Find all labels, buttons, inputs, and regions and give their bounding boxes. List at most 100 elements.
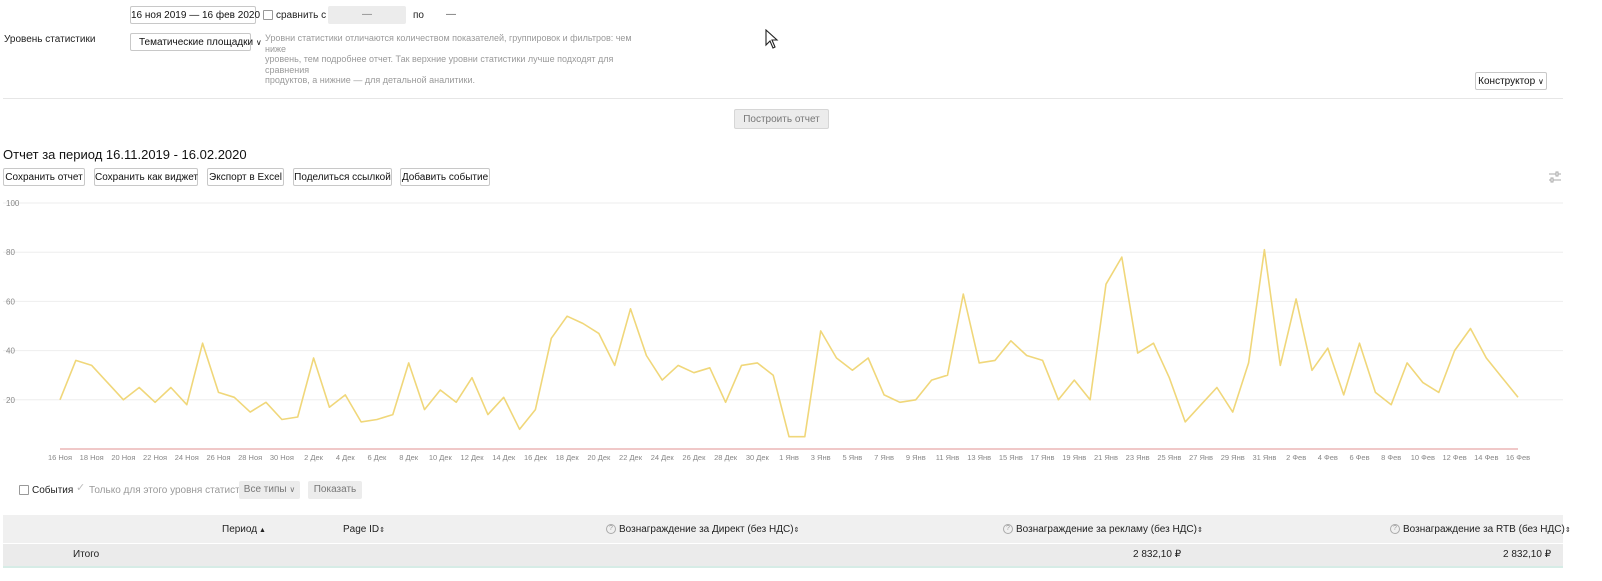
column-rtb-reward[interactable]: ? Вознаграждение за RTB (без НДС)⇕	[1390, 524, 1571, 535]
stat-level-hint: Уровни статистики отличаются количеством…	[265, 33, 632, 85]
constructor-select[interactable]: Конструктор ∨	[1475, 72, 1547, 90]
x-tick-label: 28 Дек	[714, 453, 738, 462]
x-tick-label: 20 Ноя	[111, 453, 135, 462]
event-types-select[interactable]: Все типы ∨	[239, 481, 300, 499]
stat-level-value: Тематические площадки	[139, 37, 254, 48]
x-tick-label: 9 Янв	[906, 453, 926, 462]
x-tick-label: 11 Янв	[936, 453, 959, 462]
x-tick-label: 18 Ноя	[80, 453, 104, 462]
x-tick-label: 5 Янв	[842, 453, 862, 462]
help-icon[interactable]: ?	[606, 524, 616, 535]
x-tick-label: 17 Янв	[1031, 453, 1055, 462]
divider	[3, 98, 1563, 99]
x-tick-label: 26 Дек	[682, 453, 706, 462]
y-tick-label: 40	[6, 347, 15, 356]
x-tick-label: 14 Фев	[1474, 453, 1498, 462]
x-tick-label: 14 Дек	[492, 453, 516, 462]
y-tick-label: 20	[6, 396, 15, 405]
x-tick-label: 4 Дек	[336, 453, 356, 462]
x-tick-label: 19 Янв	[1062, 453, 1086, 462]
events-checkbox[interactable]	[19, 485, 29, 495]
build-report-button[interactable]: Построить отчет	[734, 109, 829, 129]
share-link-button[interactable]: Поделиться ссылкой	[293, 168, 392, 186]
chevron-down-icon: ∨	[289, 485, 296, 494]
x-tick-label: 6 Фев	[1349, 453, 1369, 462]
sort-icon: ⇕	[379, 527, 386, 534]
date-range-picker[interactable]: 16 ноя 2019 — 16 фев 2020	[130, 6, 260, 24]
x-tick-label: 27 Янв	[1189, 453, 1213, 462]
report-title: Отчет за период 16.11.2019 - 16.02.2020	[3, 147, 247, 162]
x-tick-label: 23 Янв	[1126, 453, 1150, 462]
export-excel-button[interactable]: Экспорт в Excel	[207, 168, 284, 186]
column-page-id[interactable]: Page ID⇕	[343, 524, 385, 535]
x-tick-label: 2 Дек	[304, 453, 324, 462]
help-icon[interactable]: ?	[1390, 524, 1400, 535]
x-tick-label: 4 Фев	[1318, 453, 1338, 462]
x-tick-label: 3 Янв	[811, 453, 831, 462]
x-tick-label: 8 Фев	[1381, 453, 1401, 462]
chart-settings-icon[interactable]	[1548, 171, 1562, 183]
x-tick-label: 16 Ноя	[48, 453, 72, 462]
checkmark-icon[interactable]: ✓	[76, 481, 85, 494]
x-tick-label: 22 Ноя	[143, 453, 167, 462]
compare-label: сравнить с	[276, 10, 327, 21]
column-direct-reward[interactable]: ? Вознаграждение за Директ (без НДС)⇕	[606, 524, 799, 535]
total-rtb-reward: 2 832,10 ₽	[1503, 549, 1552, 560]
help-icon[interactable]: ?	[1003, 524, 1013, 535]
compare-to-label: по	[413, 10, 424, 21]
x-tick-label: 30 Дек	[746, 453, 770, 462]
x-tick-label: 24 Дек	[651, 453, 675, 462]
stat-level-select[interactable]: Тематические площадки ∨	[130, 33, 262, 51]
x-tick-label: 31 Янв	[1252, 453, 1276, 462]
add-event-button[interactable]: Добавить событие	[400, 168, 490, 186]
column-ad-reward[interactable]: ? Вознаграждение за рекламу (без НДС)⇕	[1003, 524, 1203, 535]
chevron-down-icon: ∨	[255, 38, 262, 47]
y-tick-label: 60	[6, 297, 15, 306]
event-types-label: Все типы	[243, 484, 287, 495]
x-tick-label: 15 Янв	[999, 453, 1023, 462]
only-level-label: Только для этого уровня статистики	[89, 485, 256, 496]
y-tick-label: 100	[6, 199, 20, 208]
x-tick-label: 2 Фев	[1286, 453, 1306, 462]
show-events-button[interactable]: Показать	[308, 481, 362, 499]
x-tick-label: 7 Янв	[874, 453, 894, 462]
sort-icon: ⇕	[793, 527, 800, 534]
x-tick-label: 25 Янв	[1157, 453, 1181, 462]
save-report-button[interactable]: Сохранить отчет	[3, 168, 85, 186]
compare-checkbox[interactable]	[263, 10, 273, 20]
x-tick-label: 29 Янв	[1221, 453, 1245, 462]
x-tick-label: 18 Дек	[556, 453, 580, 462]
x-tick-label: 13 Янв	[967, 453, 991, 462]
x-tick-label: 26 Ноя	[206, 453, 230, 462]
x-tick-label: 16 Дек	[524, 453, 548, 462]
events-label: События	[32, 485, 74, 496]
x-tick-label: 28 Ноя	[238, 453, 262, 462]
x-tick-label: 12 Дек	[461, 453, 485, 462]
x-tick-label: 6 Дек	[368, 453, 388, 462]
x-tick-label: 22 Дек	[619, 453, 643, 462]
x-tick-label: 8 Дек	[399, 453, 419, 462]
stat-level-label: Уровень статистики	[4, 34, 96, 45]
sort-asc-icon: ▲	[257, 527, 266, 534]
mouse-cursor-icon	[765, 29, 779, 49]
x-tick-label: 1 Янв	[779, 453, 799, 462]
column-period[interactable]: Период ▲	[222, 524, 266, 535]
series-line	[59, 248, 1519, 438]
save-as-widget-button[interactable]: Сохранить как виджет	[94, 168, 198, 186]
table-row-total	[3, 544, 1563, 568]
x-tick-label: 10 Дек	[429, 453, 453, 462]
x-tick-label: 20 Дек	[587, 453, 611, 462]
x-tick-label: 10 Фев	[1411, 453, 1435, 462]
x-tick-label: 16 Фев	[1506, 453, 1530, 462]
x-tick-label: 30 Ноя	[270, 453, 294, 462]
y-tick-label: 80	[6, 248, 15, 257]
x-tick-label: 12 Фев	[1442, 453, 1466, 462]
x-tick-label: 21 Янв	[1094, 453, 1118, 462]
compare-from-input[interactable]: —	[328, 6, 406, 24]
sort-icon: ⇕	[1197, 527, 1203, 534]
line-chart: 100 80 60 40 20 16 Ноя 18 Ноя 20 Ноя 22 Ноя 24 Но…	[3, 199, 1563, 462]
x-tick-label: 24 Ноя	[175, 453, 199, 462]
chevron-down-icon: ∨	[1537, 77, 1544, 86]
compare-to-input[interactable]: —	[446, 9, 456, 20]
total-label: Итого	[73, 549, 100, 560]
